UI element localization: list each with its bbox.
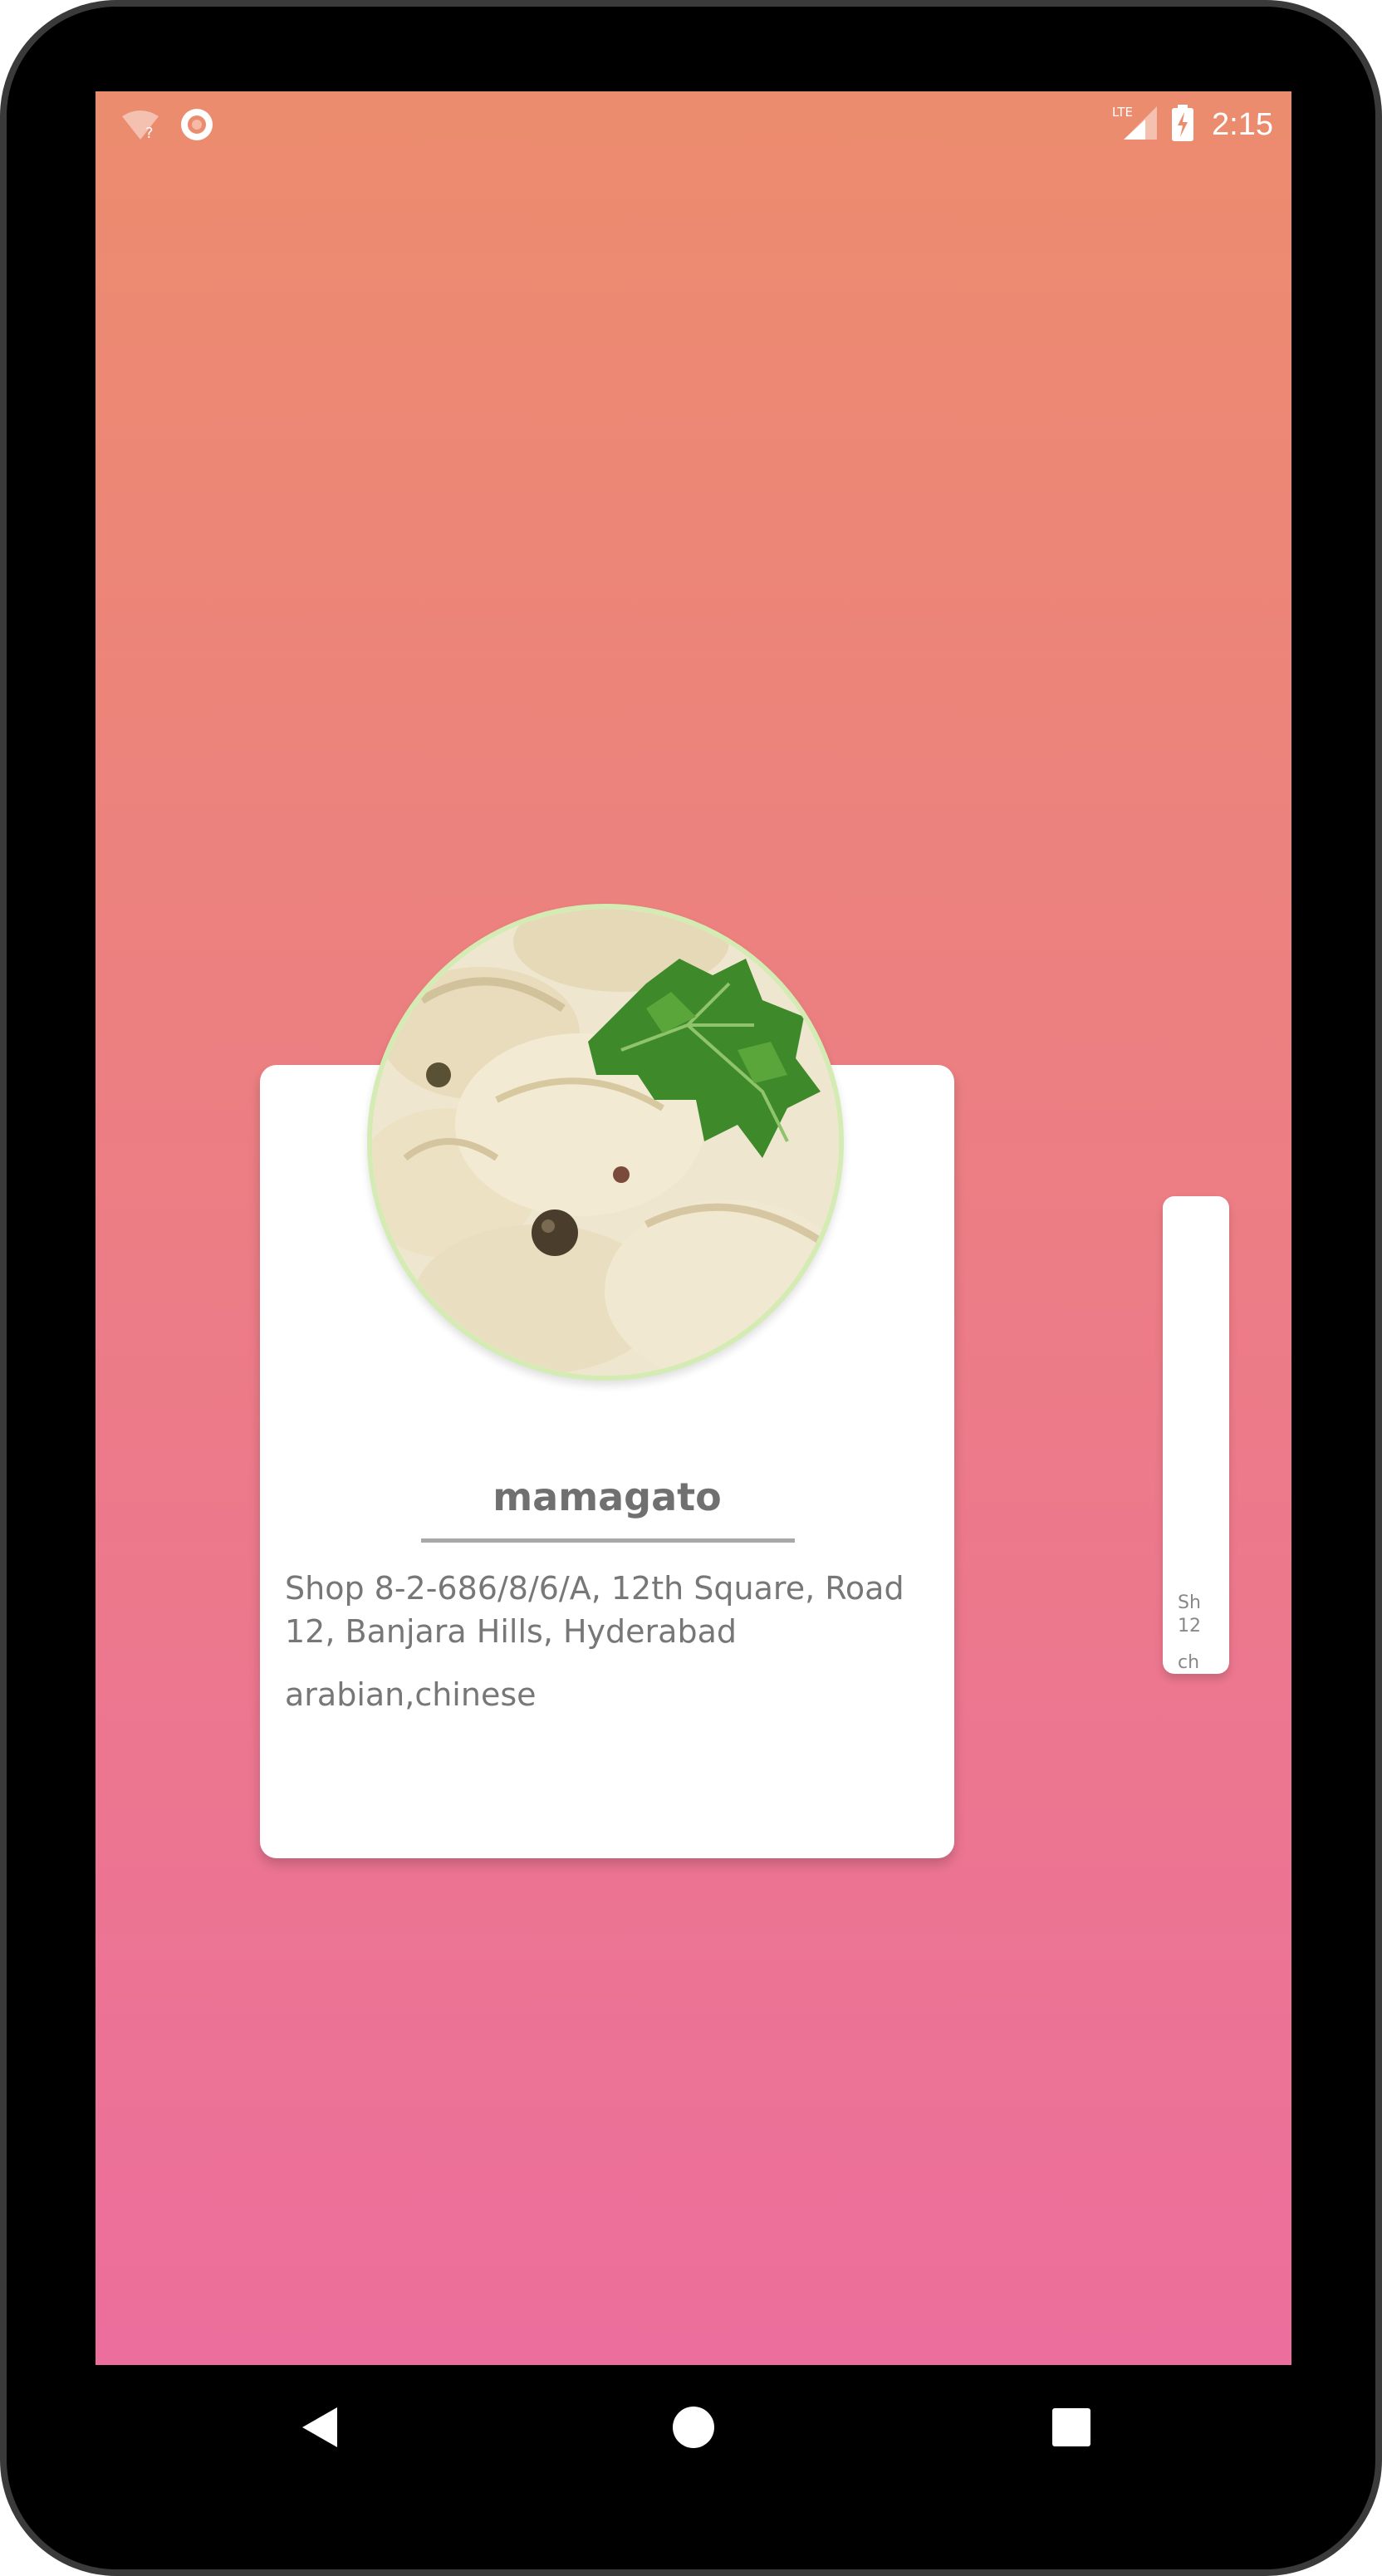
status-clock: 2:15 [1212,107,1273,142]
svg-text:LTE: LTE [1112,105,1133,120]
svg-text:?: ? [145,125,154,141]
wifi-unknown-icon: ? [120,108,160,145]
status-bar: ? LTE 2:15 [96,91,1291,155]
home-icon[interactable] [666,2400,721,2455]
next-restaurant-card-peek[interactable]: Sh 12 ch [1163,1196,1229,1674]
back-icon[interactable] [292,2400,346,2455]
next-card-address-line1: Sh [1178,1592,1201,1613]
battery-charging-icon [1170,103,1195,146]
restaurant-image [367,904,844,1381]
lte-signal-icon: LTE [1112,103,1159,146]
recents-icon[interactable] [1044,2400,1099,2455]
navigation-bar [96,2365,1291,2490]
next-card-cuisine: ch [1178,1652,1200,1673]
restaurant-name[interactable]: mamagato [260,1474,954,1519]
next-card-address-line2: 12 [1178,1616,1201,1636]
restaurant-address: Shop 8-2-686/8/6/A, 12th Square, Road 12… [285,1570,904,1650]
name-divider [421,1538,795,1543]
sync-circle-icon [179,106,215,146]
restaurant-cuisine: arabian,chinese [285,1676,537,1713]
